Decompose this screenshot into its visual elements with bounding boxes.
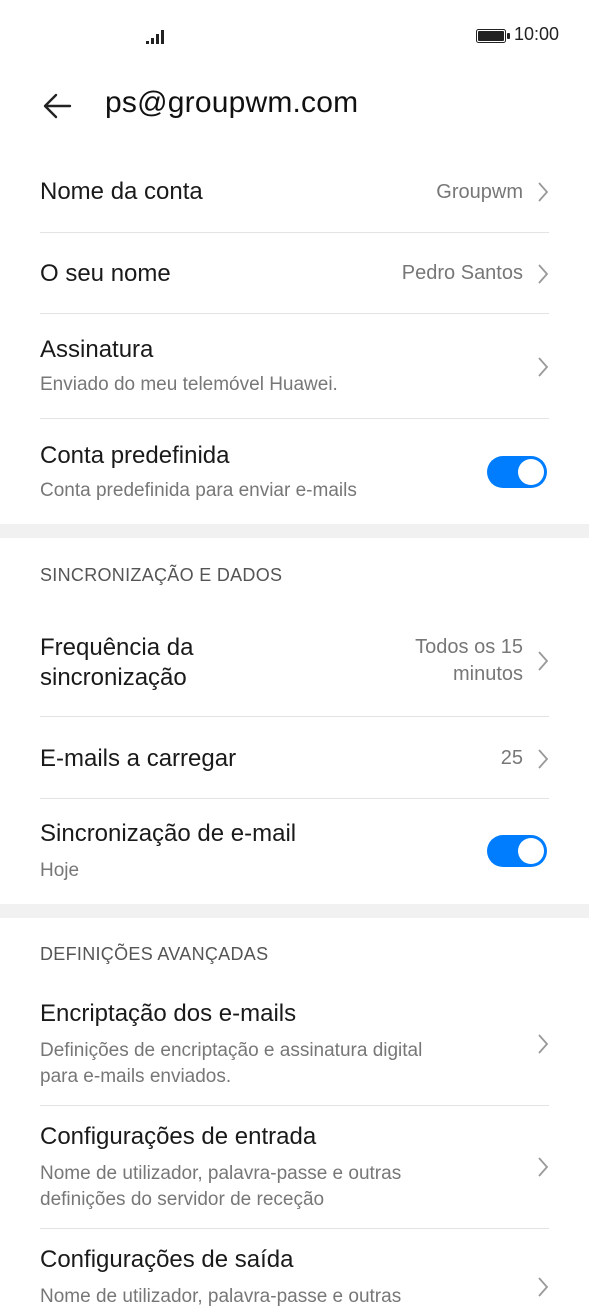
divider — [40, 232, 549, 233]
divider — [40, 716, 549, 717]
sync-frequency-label-line2: sincronização — [40, 664, 187, 691]
battery-icon — [476, 29, 510, 43]
account-name-value: Groupwm — [436, 181, 523, 203]
default-account-row: Conta predefinida Conta predefinida para… — [40, 440, 549, 510]
section-header-advanced: DEFINIÇÕES AVANÇADAS — [40, 944, 269, 964]
encryption-desc-line2: para e-mails enviados. — [40, 1066, 232, 1087]
chevron-right-icon — [538, 1157, 549, 1177]
chevron-right-icon — [538, 1034, 549, 1054]
signature-row[interactable]: Assinatura Enviado do meu telemóvel Huaw… — [40, 334, 549, 404]
default-account-label: Conta predefinida — [40, 442, 230, 469]
emails-to-load-label: E-mails a carregar — [40, 745, 237, 772]
your-name-value: Pedro Santos — [401, 262, 523, 284]
divider — [40, 1228, 549, 1229]
signature-label: Assinatura — [40, 336, 154, 363]
status-bar: 10:00 — [0, 0, 589, 72]
divider — [40, 418, 549, 419]
divider — [40, 313, 549, 314]
divider — [40, 1105, 549, 1106]
default-account-toggle[interactable] — [487, 456, 547, 488]
chevron-right-icon — [538, 1277, 549, 1297]
signature-value: Enviado do meu telemóvel Huawei. — [40, 374, 338, 395]
sync-frequency-row[interactable]: Frequência da sincronização Todos os 15 … — [40, 632, 549, 692]
outgoing-settings-row[interactable]: Configurações de saída Nome de utilizado… — [40, 1244, 549, 1309]
emails-to-load-row[interactable]: E-mails a carregar 25 — [40, 739, 549, 779]
email-sync-row: Sincronização de e-mail Hoje — [40, 818, 549, 888]
chevron-right-icon — [538, 182, 549, 202]
email-sync-label: Sincronização de e-mail — [40, 820, 297, 847]
incoming-settings-label: Configurações de entrada — [40, 1123, 317, 1150]
outgoing-settings-label: Configurações de saída — [40, 1246, 294, 1273]
chevron-right-icon — [538, 651, 549, 671]
encryption-label: Encriptação dos e-mails — [40, 1000, 297, 1027]
account-name-row[interactable]: Nome da conta Groupwm — [40, 172, 549, 212]
app-header: ps@groupwm.com — [0, 72, 589, 150]
chevron-right-icon — [538, 264, 549, 284]
section-header-sync: SINCRONIZAÇÃO E DADOS — [40, 565, 283, 585]
page-title: ps@groupwm.com — [105, 86, 359, 119]
default-account-description: Conta predefinida para enviar e-mails — [40, 480, 357, 501]
divider — [40, 798, 549, 799]
incoming-desc-line2: definições do servidor de receção — [40, 1189, 325, 1210]
outgoing-desc-line1: Nome de utilizador, palavra-passe e outr… — [40, 1286, 402, 1307]
encryption-row[interactable]: Encriptação dos e-mails Definições de en… — [40, 998, 549, 1090]
incoming-desc-line1: Nome de utilizador, palavra-passe e outr… — [40, 1163, 402, 1184]
clock: 10:00 — [514, 24, 560, 44]
sync-frequency-value-line2: minutos — [452, 663, 523, 685]
your-name-row[interactable]: O seu nome Pedro Santos — [40, 254, 549, 294]
toggle-knob — [518, 838, 544, 864]
encryption-desc-line1: Definições de encriptação e assinatura d… — [40, 1040, 423, 1061]
emails-to-load-value: 25 — [500, 747, 523, 769]
sync-frequency-label-line1: Frequência da — [40, 634, 194, 661]
incoming-settings-row[interactable]: Configurações de entrada Nome de utiliza… — [40, 1121, 549, 1213]
account-name-label: Nome da conta — [40, 178, 203, 205]
toggle-knob — [518, 459, 544, 485]
your-name-label: O seu nome — [40, 260, 171, 287]
signal-icon — [146, 30, 164, 44]
chevron-right-icon — [538, 749, 549, 769]
back-arrow-icon[interactable] — [40, 88, 76, 124]
section-separator — [0, 904, 589, 918]
section-separator — [0, 524, 589, 538]
email-sync-description: Hoje — [40, 860, 80, 881]
chevron-right-icon — [538, 357, 549, 377]
email-sync-toggle[interactable] — [487, 835, 547, 867]
sync-frequency-value-line1: Todos os 15 — [415, 636, 523, 658]
